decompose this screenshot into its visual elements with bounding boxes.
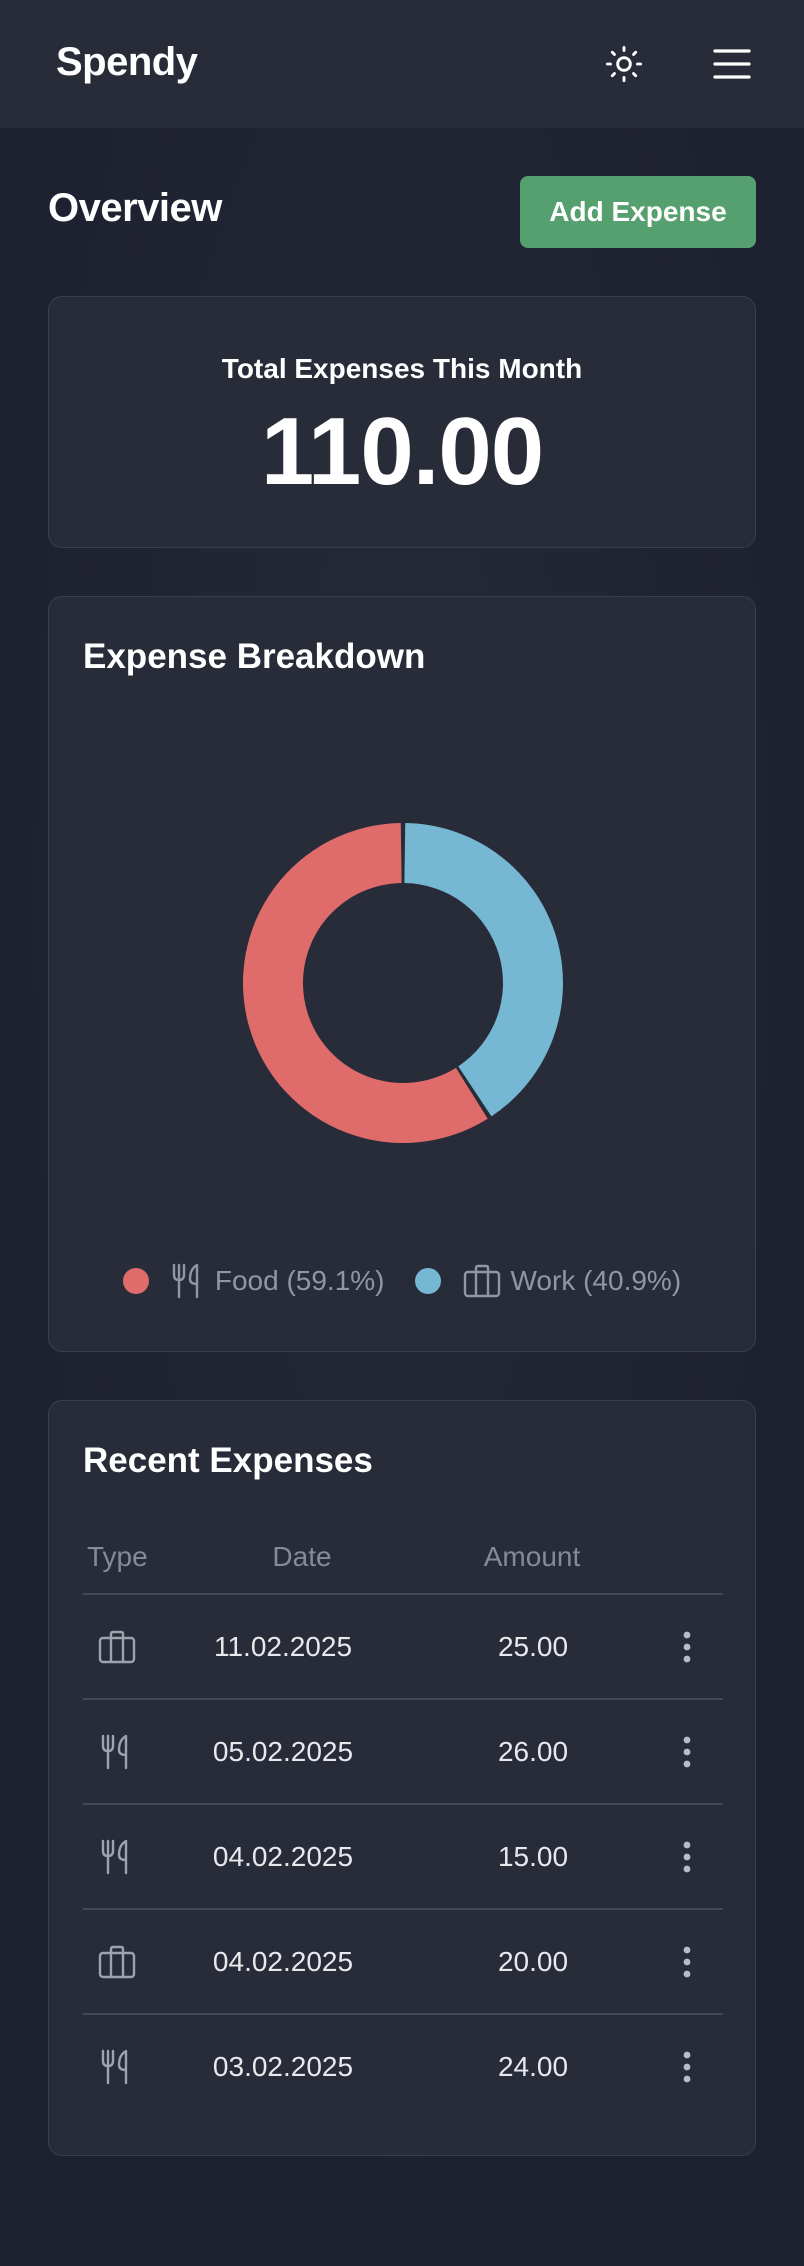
sun-icon — [605, 45, 643, 83]
expense-amount: 20.00 — [497, 1946, 569, 1977]
more-vertical-icon — [683, 1736, 691, 1768]
legend-item-food[interactable]: Food (59.1%) — [122, 1263, 385, 1299]
theme-toggle-button[interactable] — [598, 40, 650, 88]
row-actions-button[interactable] — [669, 1625, 705, 1669]
recent-expenses-title: Recent Expenses — [83, 1441, 373, 1480]
expense-amount: 25.00 — [497, 1631, 569, 1662]
legend-label-work: Work (40.9%) — [510, 1265, 682, 1296]
expense-date: 04.02.2025 — [212, 1841, 354, 1872]
expense-date: 11.02.2025 — [213, 1631, 353, 1662]
more-vertical-icon — [683, 1631, 691, 1663]
table-row[interactable]: 05.02.2025 26.00 — [83, 1700, 723, 1805]
row-actions-button[interactable] — [669, 1835, 705, 1879]
expense-date: 03.02.2025 — [212, 2051, 354, 2082]
briefcase-icon — [97, 1942, 137, 1982]
more-vertical-icon — [683, 2051, 691, 2083]
expenses-table: Type Date Amount 11.02.2025 25.00 05.02.20… — [83, 1521, 723, 2120]
fork-knife-icon — [97, 1837, 137, 1877]
table-row[interactable]: 11.02.2025 25.00 — [83, 1595, 723, 1700]
legend-swatch-food — [122, 1268, 149, 1294]
add-expense-button[interactable]: Add Expense — [520, 176, 756, 248]
expense-date: 05.02.2025 — [212, 1736, 354, 1767]
more-vertical-icon — [683, 1946, 691, 1978]
hamburger-menu-icon — [713, 49, 751, 79]
legend-item-work[interactable]: Work (40.9%) — [414, 1264, 682, 1298]
table-row[interactable]: 04.02.2025 20.00 — [83, 1910, 723, 2015]
donut-chart — [243, 823, 564, 1143]
expense-amount: 15.00 — [497, 1841, 569, 1872]
expense-amount: 26.00 — [497, 1736, 569, 1767]
briefcase-icon — [463, 1264, 501, 1298]
more-vertical-icon — [683, 1841, 691, 1873]
row-actions-button[interactable] — [669, 1730, 705, 1774]
total-expenses-value: 110.00 — [260, 398, 544, 505]
row-actions-button[interactable] — [669, 2045, 705, 2089]
briefcase-icon — [97, 1627, 137, 1667]
expense-amount: 24.00 — [497, 2051, 569, 2082]
fork-knife-icon — [97, 2047, 137, 2087]
column-header-amount[interactable]: Amount — [467, 1541, 597, 1573]
page-title: Overview — [48, 186, 222, 230]
donut-slice-work[interactable] — [404, 823, 564, 1117]
hamburger-menu-button[interactable] — [708, 40, 756, 88]
expense-date: 04.02.2025 — [212, 1946, 354, 1977]
recent-expenses-card: Recent Expenses Type Date Amount 11.02.2… — [48, 1400, 756, 2156]
total-expenses-card: Total Expenses This Month 110.00 — [48, 296, 756, 548]
brand-logo[interactable]: Spendy — [56, 40, 198, 85]
fork-knife-icon — [171, 1263, 205, 1299]
table-header: Type Date Amount — [83, 1521, 723, 1595]
column-header-type[interactable]: Type — [87, 1541, 148, 1573]
fork-knife-icon — [97, 1732, 137, 1772]
expense-breakdown-card: Expense Breakdown Food (59.1%) Work (40.… — [48, 596, 756, 1352]
top-navbar: Spendy — [0, 0, 804, 128]
row-actions-button[interactable] — [669, 1940, 705, 1984]
breakdown-title: Expense Breakdown — [83, 637, 426, 676]
chart-legend: Food (59.1%) Work (40.9%) — [49, 1261, 755, 1301]
legend-label-food: Food (59.1%) — [214, 1265, 385, 1296]
table-row[interactable]: 04.02.2025 15.00 — [83, 1805, 723, 1910]
table-body: 11.02.2025 25.00 05.02.2025 26.00 04.02.2025… — [83, 1595, 723, 2120]
column-header-date[interactable]: Date — [247, 1541, 357, 1573]
total-expenses-label: Total Expenses This Month — [221, 353, 583, 384]
legend-swatch-work — [414, 1268, 441, 1294]
table-row[interactable]: 03.02.2025 24.00 — [83, 2015, 723, 2120]
